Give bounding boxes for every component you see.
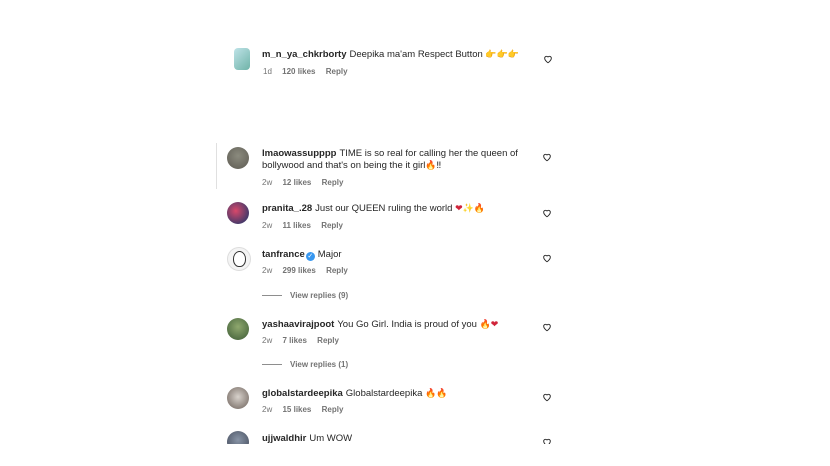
avatar[interactable] (227, 431, 249, 444)
comment-body: Um WOW (309, 433, 353, 444)
comment-text-line: ujjwaldhir Um WOW (262, 433, 352, 444)
comment-item-partial: ujjwaldhir Um WOW (0, 0, 830, 444)
heart-outline-icon[interactable] (542, 437, 552, 444)
comment-username[interactable]: ujjwaldhir (262, 433, 306, 444)
